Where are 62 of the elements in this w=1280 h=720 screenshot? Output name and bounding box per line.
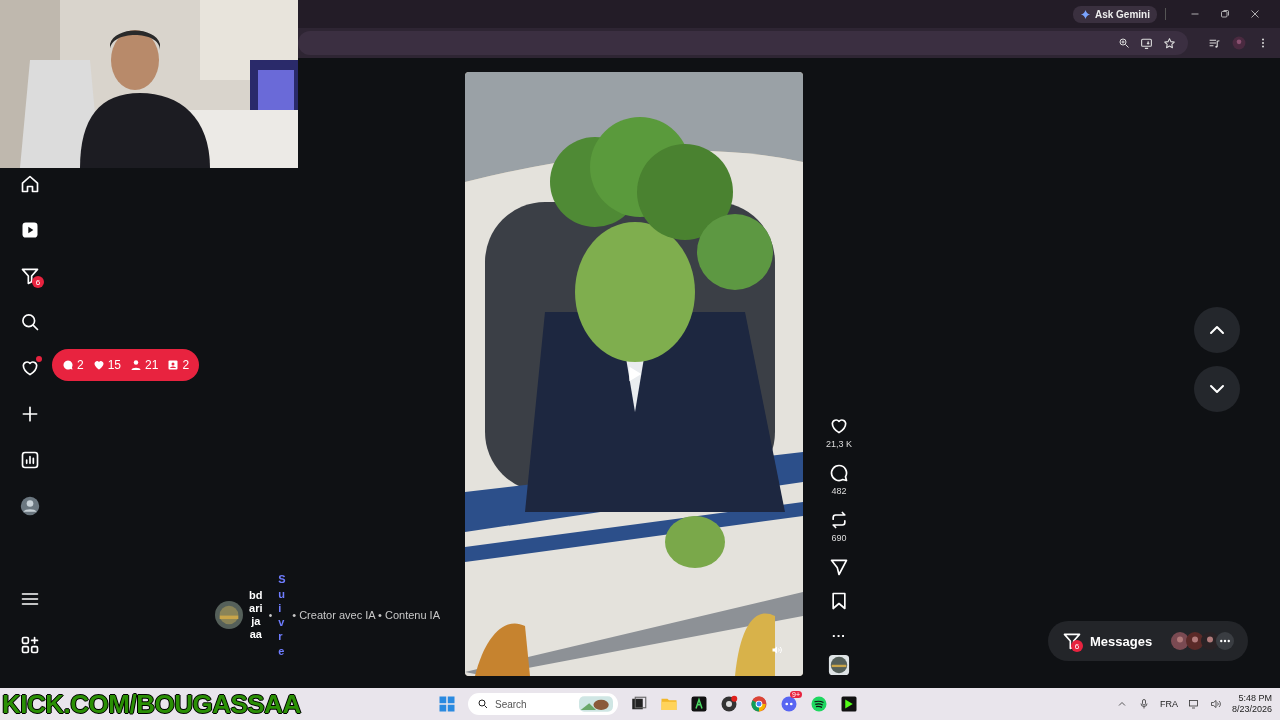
notification-count: 21: [145, 358, 159, 372]
stream-app-icon[interactable]: [840, 695, 858, 713]
search-icon: [477, 698, 489, 710]
home-icon[interactable]: [20, 174, 40, 194]
search-icon[interactable]: [20, 312, 40, 332]
more-button[interactable]: ...: [832, 625, 846, 640]
filter-send-icon[interactable]: [20, 266, 40, 286]
app-icon[interactable]: [690, 695, 708, 713]
video-icon[interactable]: [20, 220, 40, 240]
bookmark-icon[interactable]: [829, 591, 849, 611]
action-count: 690: [831, 533, 847, 543]
sparkle-icon: [1079, 8, 1091, 20]
close-icon[interactable]: [1249, 8, 1261, 20]
more-icon[interactable]: [1216, 632, 1234, 650]
notification-count: 2: [77, 358, 84, 372]
filter-send-icon: [1062, 631, 1082, 651]
microphone-icon[interactable]: [1137, 698, 1150, 710]
speaker-icon[interactable]: [1209, 698, 1222, 710]
language-indicator[interactable]: FRA: [1159, 699, 1178, 709]
record-icon[interactable]: [720, 695, 738, 713]
send-icon[interactable]: [829, 557, 849, 577]
comment-icon: [62, 359, 74, 371]
windows-start-icon[interactable]: [438, 695, 456, 713]
repost-icon[interactable]: [829, 510, 849, 530]
chat-app-icon[interactable]: [780, 695, 798, 713]
notification-count: 2: [182, 358, 190, 372]
comment-icon[interactable]: [829, 463, 849, 483]
clock-date[interactable]: 8/23/2026: [1231, 704, 1272, 716]
person-icon: [130, 359, 143, 371]
post-caption: • Creator avec IA • Contenu IA: [292, 609, 440, 622]
network-icon[interactable]: [1187, 698, 1200, 710]
chart-icon[interactable]: [20, 450, 40, 470]
zoom-icon[interactable]: [1118, 37, 1130, 49]
search-highlight-icon: [579, 696, 613, 712]
audio-thumbnail[interactable]: [828, 654, 850, 676]
messages-button[interactable]: 6 Messages: [1048, 621, 1248, 661]
ask-gemini-button[interactable]: Ask Gemini: [1072, 5, 1157, 23]
action-count: 482: [831, 486, 847, 496]
channel-url-label: KICK.COM/BOUGASSAA: [2, 690, 301, 718]
username[interactable]: bdarijaaa: [248, 588, 263, 642]
restore-icon[interactable]: [1219, 8, 1231, 20]
notification-count: 15: [107, 358, 122, 372]
install-icon[interactable]: [1140, 36, 1153, 50]
creator-avatar[interactable]: [214, 601, 243, 630]
notification-badge: 6: [1071, 640, 1083, 652]
heart-icon[interactable]: [829, 416, 849, 436]
browser-icon[interactable]: [750, 695, 768, 713]
star-icon[interactable]: [1163, 36, 1176, 50]
heart-icon: [92, 359, 105, 371]
follow-link[interactable]: Suivre: [278, 572, 287, 658]
grid-icon[interactable]: [20, 635, 40, 655]
contact-card-icon: [167, 359, 180, 371]
avatar-icon[interactable]: [20, 496, 40, 516]
clock-time[interactable]: 5:48 PM: [1238, 692, 1272, 704]
action-count: 21,3 K: [826, 439, 852, 449]
plus-icon[interactable]: [20, 404, 40, 424]
notification-summary[interactable]: 2 15 21 2: [52, 349, 200, 381]
separator-dot: •: [268, 609, 273, 621]
music-icon[interactable]: [810, 695, 828, 713]
notification-badge: 6: [32, 276, 44, 288]
heart-icon[interactable]: [20, 358, 40, 378]
search-field[interactable]: Search: [468, 693, 618, 715]
